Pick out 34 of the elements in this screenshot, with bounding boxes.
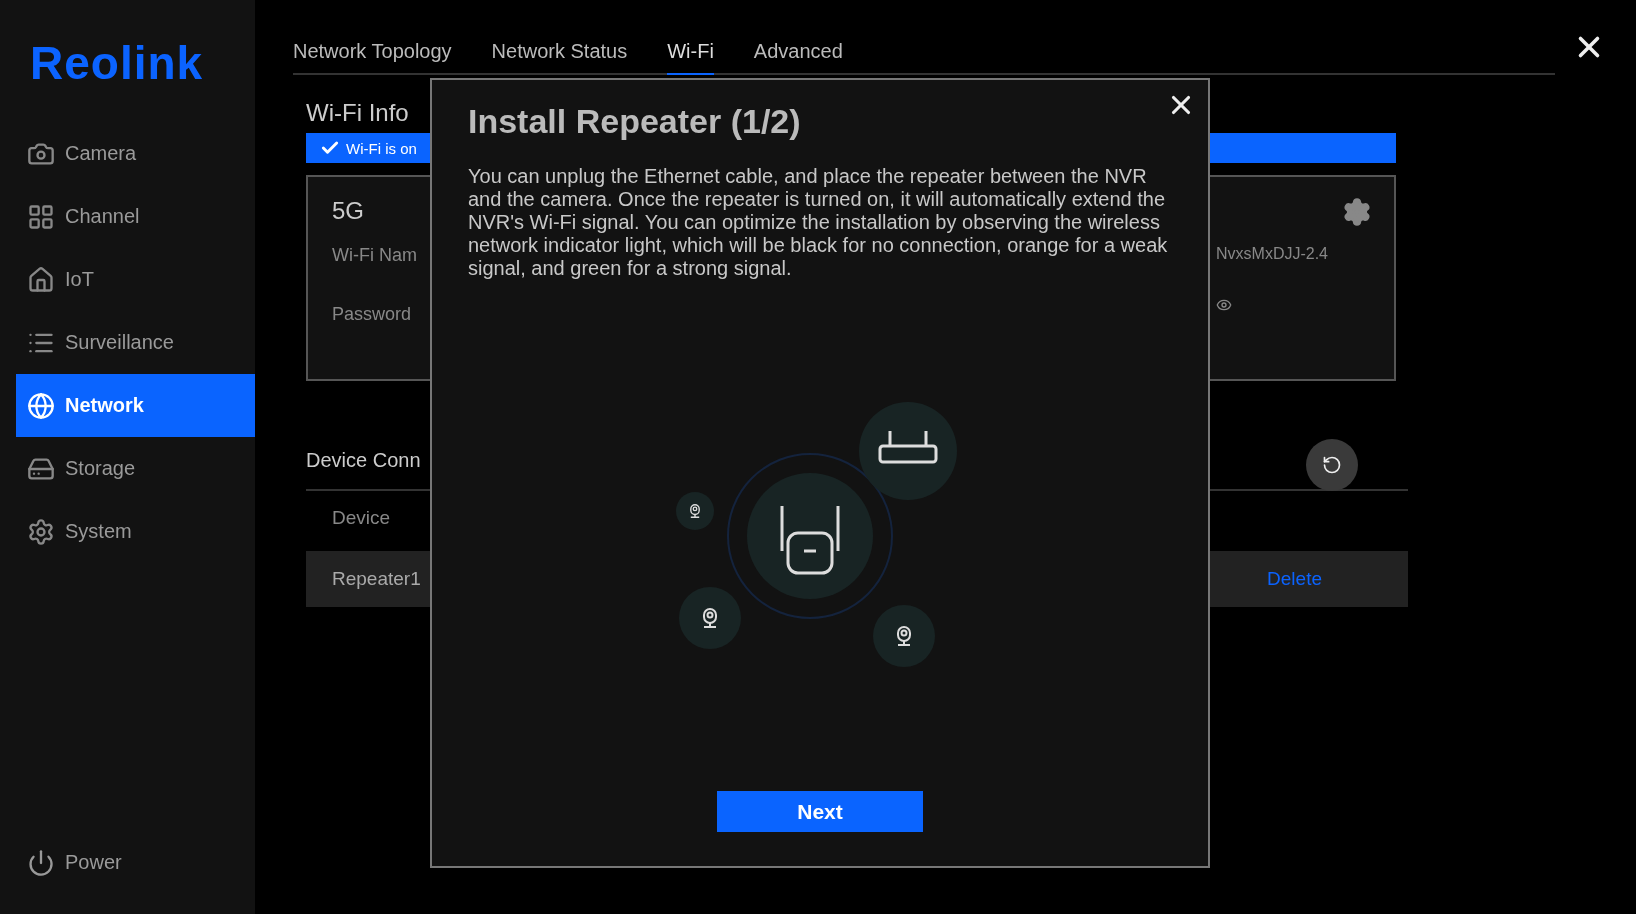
refresh-button[interactable] — [1306, 439, 1358, 491]
column-header: Device — [332, 507, 391, 529]
tab[interactable]: Wi-Fi — [667, 38, 714, 75]
sidebar-item[interactable]: Channel — [16, 185, 255, 248]
sidebar-item[interactable]: Network — [16, 374, 255, 437]
wifi-status-label: Wi-Fi is on — [346, 139, 417, 157]
dialog-title: Install Repeater (1/2) — [468, 102, 801, 141]
logo: Reolink — [30, 36, 204, 90]
power-icon — [27, 848, 55, 877]
dialog-text: You can unplug the Ethernet cable, and place the repeater between the NVR and the camera. Once the repeater is turned on, it will automatically extend the NVR's Wi-Fi signal. You can optimize the installation by observing the wireless network indicator light, which will be black for no connection, orange for a weak signal, and green for a strong signal. — [468, 165, 1169, 280]
globe-icon — [27, 391, 55, 420]
settings-icon[interactable] — [1342, 197, 1372, 227]
eye-icon[interactable] — [1216, 297, 1232, 313]
field-label: Password — [332, 304, 412, 325]
sidebar-item[interactable]: Camera — [16, 122, 255, 185]
field-label: Wi-Fi Nam — [332, 245, 417, 266]
sidebar-item[interactable]: IoT — [16, 248, 255, 311]
wifi-name-value: NvxsMxDJJ-2.4 — [1216, 245, 1328, 263]
sidebar-item[interactable]: Surveillance — [16, 311, 255, 374]
next-button[interactable]: Next — [717, 791, 923, 832]
table-cell: Repeater1 — [332, 568, 421, 590]
power-button[interactable]: Power — [16, 831, 132, 894]
tab[interactable]: Network Status — [491, 38, 628, 75]
section-title: Wi-Fi Info — [306, 99, 409, 127]
band-label: 5G — [332, 197, 364, 225]
sidebar-item[interactable]: System — [16, 500, 255, 563]
sidebar-item[interactable]: Storage — [16, 437, 255, 500]
tab[interactable]: Advanced — [753, 38, 843, 75]
section-title: Device Conn — [306, 449, 421, 472]
gear-icon — [27, 517, 55, 546]
refresh-icon — [1322, 455, 1342, 475]
house-icon — [27, 265, 55, 294]
grid-icon — [27, 202, 55, 231]
tab[interactable]: Network Topology — [293, 38, 452, 75]
